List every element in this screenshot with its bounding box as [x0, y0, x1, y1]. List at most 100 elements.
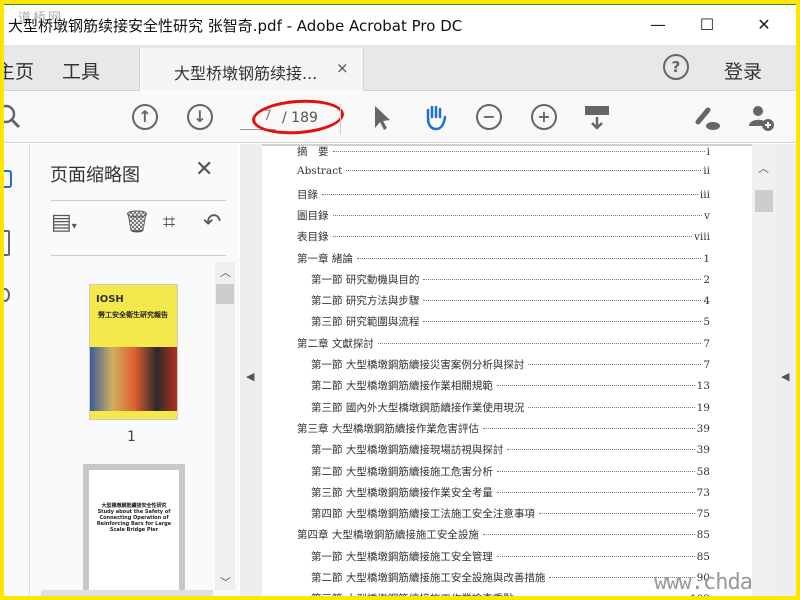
- page-up-icon[interactable]: ↑: [130, 102, 160, 132]
- attachments-icon[interactable]: [4, 288, 10, 302]
- toc-entry-label: 第四節 大型橋墩鋼筋續接工法施工安全注意事項: [311, 508, 535, 521]
- page-thumbnail-2[interactable]: 大型橋墩鋼筋續接安全性研究 Study about the Safety of …: [89, 470, 179, 596]
- login-button[interactable]: 登录: [724, 57, 762, 84]
- toc-leader-dots: [482, 427, 695, 429]
- scroll-down-icon[interactable]: ﹀: [220, 574, 231, 590]
- tab-home[interactable]: 主页: [4, 57, 34, 84]
- hand-icon[interactable]: [420, 102, 450, 132]
- toc-entry[interactable]: 第二節 研究方法與步驟 4: [311, 293, 710, 309]
- toc-page-number: 85: [696, 550, 710, 563]
- delete-icon[interactable]: 🗑: [123, 210, 151, 235]
- collapse-right-panel[interactable]: ◀: [776, 144, 796, 596]
- toc-leader-dots: [377, 342, 702, 344]
- toc-leader-dots: [496, 491, 695, 493]
- toc-leader-dots: [423, 278, 702, 280]
- toc-entry[interactable]: 第四章 大型橋墩鋼筋續接施工安全設施 85: [297, 527, 710, 543]
- toc-entry-label: 第二節 大型橋墩鋼筋續接施工安全設施與改善措施: [311, 572, 546, 584]
- select-arrow-icon[interactable]: [366, 102, 396, 132]
- link-cloud-icon[interactable]: [692, 102, 722, 132]
- toc-entry[interactable]: 圖目錄 v: [297, 208, 710, 224]
- thumbnail-options-icon[interactable]: ▤▾: [51, 210, 77, 235]
- document-scrollbar[interactable]: ︿: [752, 144, 776, 596]
- toc-page-number: 13: [696, 380, 710, 393]
- thumbnails-panel: 页面缩略图 ✕ ▤▾ 🗑 ⌗ ↶ IOSH 勞工安全衛生研究報告 1 大型橋墩鋼…: [31, 144, 239, 596]
- toc-page-number: 1: [703, 252, 710, 265]
- toc-leader-dots: [496, 470, 695, 472]
- add-user-icon[interactable]: [746, 102, 776, 132]
- search-icon[interactable]: [4, 102, 24, 132]
- panel-scrollbar[interactable]: ︿ ﹀: [215, 262, 235, 590]
- toc-entry-label: 第二節 大型橋墩鋼筋續接作業相關規範: [311, 380, 493, 393]
- toc-entry-label: 第三節 研究範圍與流程: [311, 316, 420, 329]
- page-thumbnail-1[interactable]: IOSH 勞工安全衛生研究報告: [89, 284, 178, 420]
- rotate-icon[interactable]: ↶: [203, 210, 221, 235]
- close-panel-icon[interactable]: ✕: [195, 157, 213, 182]
- toc-page-number: 7: [703, 359, 710, 371]
- page-thumbnails-icon[interactable]: [4, 170, 12, 188]
- toc-entry-label: 第一節 大型橋墩鋼筋續接施工安全管理: [311, 550, 493, 563]
- toc-entry-label: 第四章 大型橋墩鋼筋續接施工安全設施: [297, 529, 479, 542]
- toc-entry[interactable]: 第三節 大型橋墩鋼筋續接施工作業檢查重點102: [311, 591, 710, 596]
- tab-bar: 主页 工具 大型桥墩钢筋续接... × ? 登录: [4, 45, 796, 91]
- page-down-icon[interactable]: ↓: [185, 102, 215, 132]
- toc-entry[interactable]: 第二節 大型橋墩鋼筋續接施工安全設施與改善措施 90: [311, 570, 710, 586]
- toc-entry[interactable]: 第三節 國內外大型橋墩鋼筋續接作業使用現況 19: [311, 400, 710, 416]
- toc-entry[interactable]: 第三節 研究範圍與流程 5: [311, 314, 710, 330]
- toc-leader-dots: [423, 321, 702, 323]
- close-tab-icon[interactable]: ×: [336, 59, 349, 77]
- toc-entry-label: 第一節 研究動機與目的: [311, 273, 420, 286]
- collapse-left-icon[interactable]: ◀: [246, 370, 254, 383]
- toc-entry[interactable]: 第三節 大型橋墩鋼筋續接作業安全考量 73: [311, 485, 710, 501]
- keyboard-icon[interactable]: [582, 102, 612, 132]
- toc-entry[interactable]: 第二節 大型橋墩鋼筋續接施工危害分析 58: [311, 464, 710, 480]
- toc-entry-label: 第一節 大型橋墩鋼筋續接現場訪視與探討: [311, 444, 504, 457]
- toc-page-number: 2: [703, 273, 710, 286]
- divider: [51, 200, 226, 201]
- toc-page-number: 7: [703, 337, 710, 350]
- toc-entry[interactable]: 目錄 iii: [297, 187, 710, 203]
- help-icon[interactable]: ?: [663, 54, 689, 80]
- toc-page-number: viii: [693, 231, 710, 244]
- expand-right-icon[interactable]: ◀: [781, 370, 789, 383]
- left-nav-strip: [4, 144, 30, 596]
- toc-leader-dots: [538, 513, 695, 515]
- thumbnail-heading: 勞工安全衛生研究報告: [98, 311, 168, 319]
- toc-entry[interactable]: 表目錄 viii: [297, 229, 710, 245]
- toc-leader-dots: [528, 406, 695, 408]
- scroll-up-icon[interactable]: ︿: [758, 160, 769, 176]
- tab-tools[interactable]: 工具: [62, 57, 100, 84]
- toc-entry[interactable]: 第一節 大型橋墩鋼筋續接災害案例分析與探討 7: [311, 357, 710, 373]
- zoom-out-icon[interactable]: −: [474, 102, 504, 132]
- toc-entry-label: 第三節 大型橋墩鋼筋續接施工作業檢查重點: [311, 591, 516, 596]
- scroll-thumb[interactable]: [755, 190, 773, 212]
- minimize-button[interactable]: —: [638, 11, 678, 39]
- scroll-thumb[interactable]: [216, 284, 234, 304]
- toc-entry-label: 第三節 大型橋墩鋼筋續接作業安全考量: [311, 486, 493, 499]
- toc-entry[interactable]: 第二節 大型橋墩鋼筋續接作業相關規範 13: [311, 378, 710, 394]
- toc-page-number: 39: [696, 444, 710, 457]
- red-annotation-circle: [250, 96, 346, 138]
- toc-leader-dots: [528, 364, 702, 365]
- close-window-button[interactable]: ✕: [744, 11, 784, 39]
- toc-entry[interactable]: 第三章 大型橋墩鋼筋續接作業危害評估 39: [297, 421, 710, 437]
- toc-entry[interactable]: 第一章 緒論 1: [297, 251, 710, 267]
- toc-entry[interactable]: 第一節 大型橋墩鋼筋續接施工安全管理 85: [311, 549, 710, 565]
- panel-horizontal-scrollbar[interactable]: [41, 590, 213, 596]
- toc-entry-label: Abstract: [297, 165, 343, 178]
- toc-entry[interactable]: 第一節 研究動機與目的 2: [311, 272, 710, 288]
- maximize-button[interactable]: ☐: [687, 11, 727, 39]
- window-title: 大型桥墩钢筋续接安全性研究 张智奇.pdf - Adobe Acrobat Pr…: [8, 17, 463, 35]
- toc-entry[interactable]: 第二章 文獻探討 7: [297, 336, 710, 352]
- toc-entry[interactable]: 第一節 大型橋墩鋼筋續接現場訪視與探討 39: [311, 442, 710, 458]
- scroll-up-icon[interactable]: ︿: [220, 264, 231, 280]
- toc-leader-dots: [423, 300, 702, 302]
- toc-entry[interactable]: 第四節 大型橋墩鋼筋續接工法施工安全注意事項 75: [311, 506, 710, 522]
- zoom-in-icon[interactable]: +: [529, 102, 559, 132]
- toc-leader-dots: [356, 257, 702, 259]
- toc-entry[interactable]: Abstract ii: [297, 165, 710, 181]
- extract-icon[interactable]: ⌗: [163, 210, 175, 235]
- collapse-left-panel[interactable]: ◀: [240, 144, 262, 596]
- tab-document[interactable]: 大型桥墩钢筋续接... ×: [139, 48, 364, 91]
- bookmarks-icon[interactable]: [4, 230, 10, 256]
- toc-entry[interactable]: 摘 要i: [297, 144, 710, 160]
